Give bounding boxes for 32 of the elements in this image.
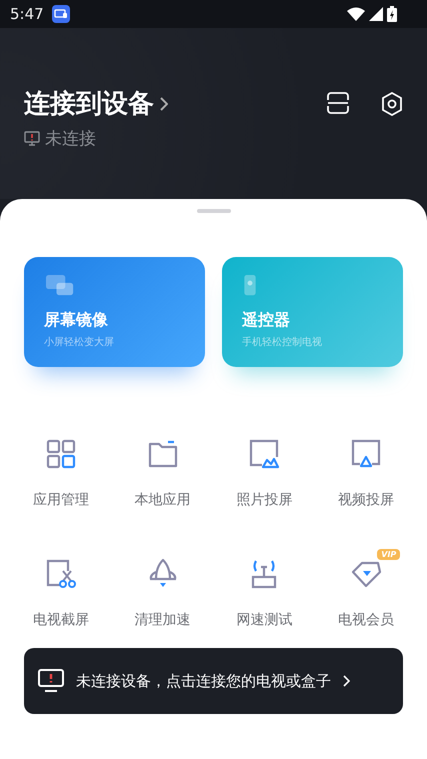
tool-button[interactable]: 电视截屏	[10, 549, 112, 629]
monitor-alert-icon	[38, 669, 64, 693]
signal-icon	[369, 7, 383, 21]
battery-icon	[387, 6, 397, 22]
status-time: 5:47	[10, 5, 44, 23]
picture-frame-icon	[247, 437, 282, 471]
chevron-right-icon	[343, 675, 350, 687]
wifi-icon	[347, 7, 365, 21]
card-title: 屏幕镜像	[44, 310, 108, 331]
scan-icon[interactable]	[327, 92, 349, 114]
connect-banner[interactable]: 未连接设备，点击连接您的电视或盒子	[24, 648, 403, 714]
card-title: 遥控器	[242, 310, 290, 331]
chevron-right-icon[interactable]	[160, 96, 168, 110]
vip-badge: VIP	[377, 549, 400, 560]
connection-status: 未连接	[45, 128, 96, 150]
tool-button[interactable]: 网速测试	[214, 549, 316, 629]
tool-button[interactable]: VIP 电视会员	[315, 549, 417, 629]
page-title: 连接到设备	[24, 88, 154, 121]
app-notification-icon	[52, 5, 70, 23]
tool-button[interactable]: 清理加速	[112, 549, 214, 629]
tool-button[interactable]: 本地应用	[112, 429, 214, 509]
monitor-alert-icon	[24, 130, 40, 146]
tool-button[interactable]: 照片投屏	[214, 429, 316, 509]
card-subtitle: 小屏轻松变大屏	[44, 336, 114, 349]
feature-card[interactable]: 屏幕镜像 小屏轻松变大屏	[24, 257, 205, 367]
tool-button[interactable]: 应用管理	[10, 429, 112, 509]
tool-button[interactable]: 视频投屏	[315, 429, 417, 509]
drag-handle[interactable]	[196, 209, 230, 213]
card-subtitle: 手机轻松控制电视	[242, 336, 322, 349]
remote-icon	[242, 275, 258, 296]
settings-icon[interactable]	[381, 92, 403, 116]
screens-icon	[44, 275, 76, 296]
